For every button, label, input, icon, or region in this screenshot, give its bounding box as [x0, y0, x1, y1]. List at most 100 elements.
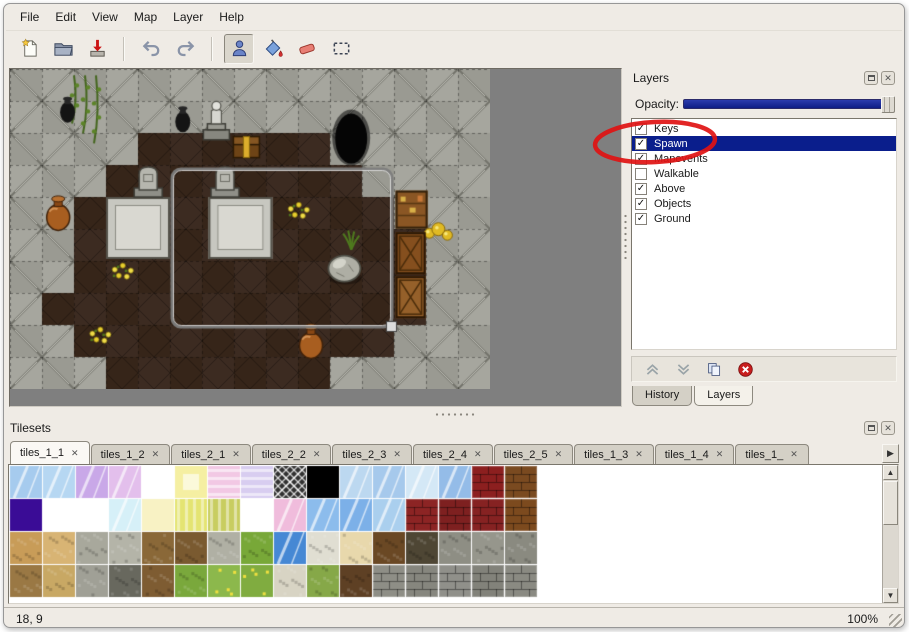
tileset-tab-tiles_1_4[interactable]: tiles_1_4 ✕ [655, 444, 735, 464]
layer-visibility-checkbox[interactable]: ✓ [635, 183, 647, 195]
menu-edit[interactable]: Edit [47, 7, 84, 27]
scrollbar-up-button[interactable]: ▲ [883, 465, 898, 480]
redo-button[interactable] [170, 34, 200, 64]
tab-close-icon[interactable]: ✕ [473, 449, 483, 460]
tileset-tab-label: tiles_1_2 [101, 449, 145, 461]
layer-visibility-checkbox[interactable]: ✓ [635, 153, 647, 165]
layer-raise-button[interactable] [641, 359, 663, 379]
resize-grip[interactable] [889, 614, 902, 627]
map-view[interactable] [9, 68, 622, 407]
layers-panel-tabs: HistoryLayers [632, 386, 755, 406]
layer-visibility-checkbox[interactable]: ✓ [635, 198, 647, 210]
horizontal-splitter[interactable] [6, 410, 901, 418]
tab-close-icon[interactable]: ✕ [151, 449, 161, 460]
layers-panel-title: Layers [633, 71, 861, 85]
layer-row-ground[interactable]: ✓ Ground [632, 211, 896, 226]
scrollbar-down-button[interactable]: ▼ [883, 588, 898, 603]
tileset-tab-tiles_1_3[interactable]: tiles_1_3 ✕ [574, 444, 654, 464]
opacity-row: Opacity: [635, 95, 895, 113]
redo-icon [175, 38, 196, 59]
layer-name: Mapevents [654, 153, 708, 165]
tab-close-icon[interactable]: ✕ [312, 449, 322, 460]
tileset-tab-label: tiles_1_4 [665, 449, 709, 461]
tab-close-icon[interactable]: ✕ [392, 449, 402, 460]
menu-layer[interactable]: Layer [165, 7, 211, 27]
statusbar: 18, 9 100% [4, 607, 904, 628]
opacity-slider-handle[interactable] [881, 96, 895, 113]
layer-row-keys[interactable]: ✓Keys [632, 121, 896, 136]
tab-close-icon[interactable]: ✕ [789, 449, 799, 460]
tileset-tab-label: tiles_2_4 [423, 449, 467, 461]
layer-row-objects[interactable]: ✓Objects [632, 196, 896, 211]
scrollbar-thumb[interactable] [883, 481, 898, 525]
layer-duplicate-button[interactable] [703, 359, 725, 379]
eraser-icon [297, 38, 318, 59]
chevrons-up-icon [644, 361, 661, 378]
open-map-button[interactable] [48, 34, 78, 64]
toolbar [6, 30, 902, 66]
layer-row-walkable[interactable]: Walkable [632, 166, 896, 181]
tileset-tab-tiles_2_5[interactable]: tiles_2_5✕ [494, 444, 574, 464]
tilesets-float-button[interactable] [864, 421, 878, 435]
tileset-tab-tiles_1_1[interactable]: tiles_1_1✕ [10, 441, 90, 464]
layer-row-spawn[interactable]: ✓ Spawn [632, 136, 896, 151]
new-map-button[interactable] [14, 34, 44, 64]
select-tool-button[interactable] [326, 34, 356, 64]
save-map-button[interactable] [82, 34, 112, 64]
tileset-palette[interactable]: ▲ ▼ [8, 464, 899, 604]
opacity-slider[interactable] [683, 99, 895, 109]
layer-visibility-checkbox[interactable]: ✓ [635, 123, 647, 135]
toolbar-separator [123, 37, 125, 61]
tab-close-icon[interactable]: ✕ [634, 449, 644, 460]
fill-tool-button[interactable] [258, 34, 288, 64]
tileset-canvas[interactable] [9, 465, 538, 598]
layer-lower-button[interactable] [672, 359, 694, 379]
app-window: FileEditViewMapLayerHelp Layers ✕ Opacit… [3, 3, 905, 628]
layer-row-above[interactable]: ✓Above [632, 181, 896, 196]
layer-actions [631, 356, 897, 382]
layers-panel: Layers ✕ Opacity: ✓Keys✓Spawn✓MapeventsW… [629, 68, 901, 409]
layers-close-button[interactable]: ✕ [881, 71, 895, 85]
layer-name: Ground [654, 213, 691, 225]
tileset-tab-tiles_2_3[interactable]: tiles_2_3✕ [332, 444, 412, 464]
menu-help[interactable]: Help [211, 7, 252, 27]
layer-name: Walkable [654, 168, 699, 180]
tileset-tab-tiles_1_[interactable]: tiles_1_ ✕ [735, 444, 808, 464]
undo-button[interactable] [136, 34, 166, 64]
eraser-tool-button[interactable] [292, 34, 322, 64]
map-canvas[interactable] [10, 69, 490, 389]
tab-close-icon[interactable]: ✕ [231, 449, 241, 460]
menu-view[interactable]: View [84, 7, 126, 27]
layer-visibility-checkbox[interactable] [635, 168, 647, 180]
layer-visibility-checkbox[interactable]: ✓ [635, 213, 647, 225]
panel-tab-history[interactable]: History [632, 386, 692, 406]
layer-row-mapevents[interactable]: ✓ Mapevents [632, 151, 896, 166]
tileset-scrollbar[interactable]: ▲ ▼ [882, 465, 898, 603]
layers-float-button[interactable] [864, 71, 878, 85]
tabs-scroll-right-button[interactable]: ▶ [882, 444, 899, 463]
tileset-tab-label: tiles_1_ [745, 449, 783, 461]
tileset-tab-tiles_2_1[interactable]: tiles_2_1✕ [171, 444, 251, 464]
stamp-tool-button[interactable] [224, 34, 254, 64]
tileset-tab-tiles_1_2[interactable]: tiles_1_2 ✕ [91, 444, 171, 464]
tilesets-close-button[interactable]: ✕ [881, 421, 895, 435]
layers-panel-header: Layers ✕ [629, 68, 899, 88]
layer-visibility-checkbox[interactable]: ✓ [635, 138, 647, 150]
layer-name: Spawn [654, 138, 688, 150]
cursor-coordinates: 18, 9 [16, 612, 43, 626]
panel-tab-layers[interactable]: Layers [694, 386, 753, 406]
tileset-tab-tiles_2_2[interactable]: tiles_2_2✕ [252, 444, 332, 464]
zoom-level: 100% [847, 612, 878, 626]
tileset-tab-label: tiles_1_3 [584, 449, 628, 461]
tab-close-icon[interactable]: ✕ [715, 449, 725, 460]
layer-delete-button[interactable] [734, 359, 756, 379]
opacity-label: Opacity: [635, 97, 683, 111]
menu-file[interactable]: File [12, 7, 47, 27]
vertical-splitter[interactable] [622, 68, 629, 407]
tab-close-icon[interactable]: ✕ [554, 449, 564, 460]
menu-map[interactable]: Map [126, 7, 165, 27]
save-icon [87, 38, 108, 59]
tab-close-icon[interactable]: ✕ [70, 448, 80, 459]
menubar: FileEditViewMapLayerHelp [6, 6, 252, 28]
tileset-tab-tiles_2_4[interactable]: tiles_2_4 ✕ [413, 444, 493, 464]
